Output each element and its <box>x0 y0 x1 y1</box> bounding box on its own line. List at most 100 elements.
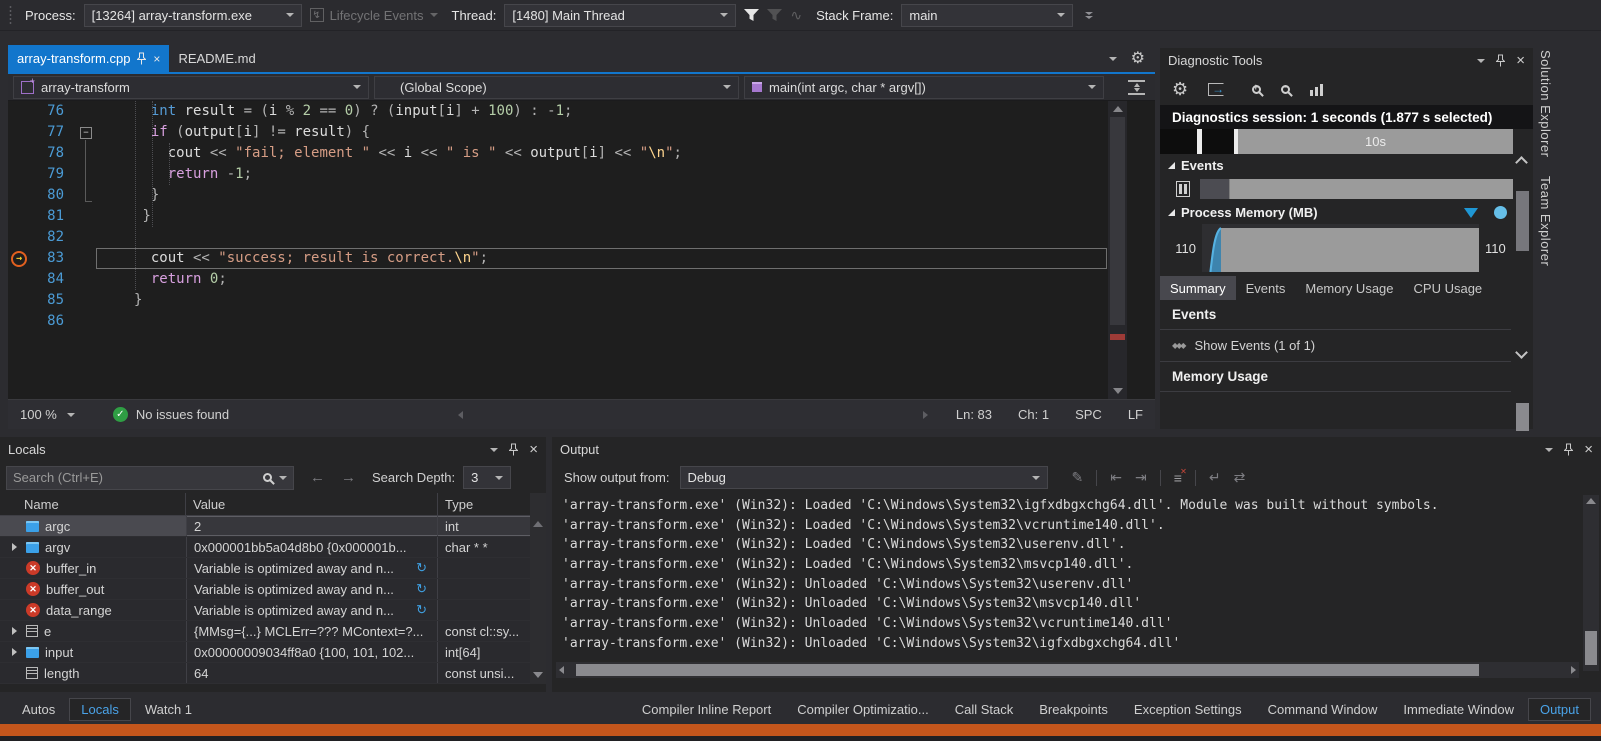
forward-arrow-icon[interactable]: → <box>341 469 356 486</box>
timeline-selected-range[interactable]: 10s <box>1238 129 1513 154</box>
zoom-in-icon[interactable]: + <box>1252 85 1261 94</box>
zoom-out-icon[interactable]: − <box>1281 85 1290 94</box>
refresh-icon[interactable]: ↻ <box>416 560 427 576</box>
code-text[interactable] <box>96 227 1107 248</box>
fold-margin[interactable] <box>78 227 96 248</box>
output-source-dropdown[interactable]: Debug <box>680 466 1048 489</box>
pin-icon[interactable] <box>509 443 518 456</box>
collapse-icon[interactable] <box>1168 162 1175 169</box>
expand-arrow[interactable] <box>8 648 20 656</box>
scrollbar-thumb[interactable] <box>1110 117 1125 325</box>
breakpoint-margin[interactable] <box>8 206 30 227</box>
tab-breakpoints[interactable]: Breakpoints <box>1027 698 1120 721</box>
locals-row[interactable]: argv0x000001bb5a04d8b0 {0x000001b...char… <box>0 537 546 558</box>
locals-row[interactable]: length64const unsi... <box>0 663 546 684</box>
code-line[interactable]: 76 int result = (i % 2 == 0) ? (input[i]… <box>8 101 1155 122</box>
tab-command-window[interactable]: Command Window <box>1256 698 1390 721</box>
tab-summary[interactable]: Summary <box>1160 276 1236 300</box>
collapse-region-icon[interactable]: − <box>80 127 92 139</box>
scroll-left-icon[interactable] <box>458 411 463 419</box>
locals-row[interactable]: argc2int <box>0 516 546 537</box>
code-text[interactable] <box>96 311 1107 332</box>
locals-row[interactable]: input0x00000009034ff8a0 {100, 101, 102..… <box>0 642 546 663</box>
code-line[interactable]: 77− if (output[i] != result) { <box>8 122 1155 143</box>
diagnostics-scrollbar[interactable] <box>1513 103 1533 429</box>
zoom-dropdown[interactable]: 100 % <box>20 407 81 422</box>
tab-output[interactable]: Output <box>1528 698 1591 721</box>
code-text[interactable]: } <box>96 185 1107 206</box>
settings-gear-icon[interactable]: ⚙ <box>1172 80 1188 98</box>
output-horizontal-scrollbar[interactable] <box>556 662 1579 678</box>
locals-row[interactable]: buffer_inVariable is optimized away and … <box>0 558 546 579</box>
column-value[interactable]: Value <box>186 493 438 515</box>
word-wrap-icon[interactable]: ↵ <box>1209 469 1221 486</box>
toolbar-grip[interactable] <box>8 5 13 25</box>
code-line[interactable]: 81 } <box>8 206 1155 227</box>
pin-icon[interactable] <box>1496 54 1505 67</box>
locals-title-bar[interactable]: Locals × <box>0 437 546 462</box>
locals-scrollbar[interactable] <box>530 493 546 684</box>
tab-events[interactable]: Events <box>1236 276 1296 300</box>
scroll-up-icon[interactable] <box>1113 106 1123 112</box>
tab-compiler-inline-report[interactable]: Compiler Inline Report <box>630 698 783 721</box>
editor-vertical-scrollbar[interactable] <box>1108 101 1127 399</box>
chevron-down-icon[interactable] <box>1109 57 1117 61</box>
expand-arrow[interactable] <box>8 627 20 635</box>
scroll-up-icon[interactable] <box>1515 156 1528 169</box>
lifecycle-events-button[interactable]: ↯ Lifecycle Events <box>310 8 438 23</box>
split-window-icon[interactable] <box>1128 80 1145 95</box>
tab-array-transform-cpp[interactable]: array-transform.cpp × <box>8 45 169 72</box>
code-text[interactable]: } <box>96 206 1107 227</box>
breakpoint-margin[interactable] <box>8 227 30 248</box>
gear-icon[interactable]: ⚙ <box>1131 51 1145 67</box>
code-text[interactable]: cout << "success; result is correct.\n"; <box>96 248 1107 269</box>
breakpoint-margin[interactable] <box>8 290 30 311</box>
code-line[interactable]: 84 return 0; <box>8 269 1155 290</box>
breakpoint-margin[interactable] <box>8 143 30 164</box>
fold-margin[interactable] <box>78 206 96 227</box>
thread-dropdown[interactable]: [1480] Main Thread <box>504 4 736 27</box>
column-name[interactable]: Name <box>0 493 186 515</box>
close-icon[interactable]: × <box>1516 53 1525 68</box>
fold-margin[interactable]: − <box>78 122 96 143</box>
code-text[interactable]: cout << "fail; element " << i << " is " … <box>96 143 1107 164</box>
memory-usage-plot[interactable] <box>1202 224 1479 272</box>
collapse-icon[interactable] <box>1168 209 1175 216</box>
tab-locals[interactable]: Locals <box>69 698 131 721</box>
stack-frame-dropdown[interactable]: main <box>901 4 1073 27</box>
tab-memory-usage[interactable]: Memory Usage <box>1295 276 1403 300</box>
refresh-icon[interactable]: ↻ <box>416 581 427 597</box>
fold-margin[interactable] <box>78 164 96 185</box>
window-menu-icon[interactable] <box>1477 59 1485 63</box>
code-line[interactable]: 80 } <box>8 185 1155 206</box>
scroll-down-icon[interactable] <box>1515 346 1528 359</box>
scrollbar-thumb[interactable] <box>1516 191 1529 251</box>
diagnostic-tools-title-bar[interactable]: Diagnostic Tools × <box>1160 48 1533 73</box>
scroll-left-icon[interactable] <box>559 666 564 674</box>
scroll-up-icon[interactable] <box>1586 498 1596 504</box>
tab-readme-md[interactable]: README.md <box>169 45 264 72</box>
search-input[interactable] <box>13 470 256 485</box>
window-menu-icon[interactable] <box>490 448 498 452</box>
fold-margin[interactable] <box>78 248 96 269</box>
tab-immediate-window[interactable]: Immediate Window <box>1391 698 1526 721</box>
scope-dropdown[interactable]: (Global Scope) <box>374 76 739 99</box>
locals-row[interactable]: buffer_outVariable is optimized away and… <box>0 579 546 600</box>
tab-watch-1[interactable]: Watch 1 <box>133 698 204 721</box>
fold-margin[interactable] <box>78 101 96 122</box>
scroll-down-icon[interactable] <box>533 672 543 678</box>
code-text[interactable]: return 0; <box>96 269 1107 290</box>
process-dropdown[interactable]: [13264] array-transform.exe <box>84 4 302 27</box>
fold-margin[interactable] <box>78 185 96 206</box>
code-editor[interactable]: 76 int result = (i % 2 == 0) ? (input[i]… <box>8 101 1155 399</box>
breakpoint-margin[interactable] <box>8 185 30 206</box>
code-line[interactable]: 82 <box>8 227 1155 248</box>
project-dropdown[interactable]: array-transform <box>13 76 369 99</box>
pin-icon[interactable] <box>1564 443 1573 456</box>
fold-margin[interactable] <box>78 269 96 290</box>
output-vertical-scrollbar[interactable] <box>1583 495 1599 671</box>
tab-compiler-optimizatio[interactable]: Compiler Optimizatio... <box>785 698 940 721</box>
create-filter-icon[interactable]: ✎ <box>1072 469 1084 486</box>
flag-threads-icon[interactable]: ∿ <box>790 7 802 24</box>
breakpoint-margin[interactable] <box>8 164 30 185</box>
